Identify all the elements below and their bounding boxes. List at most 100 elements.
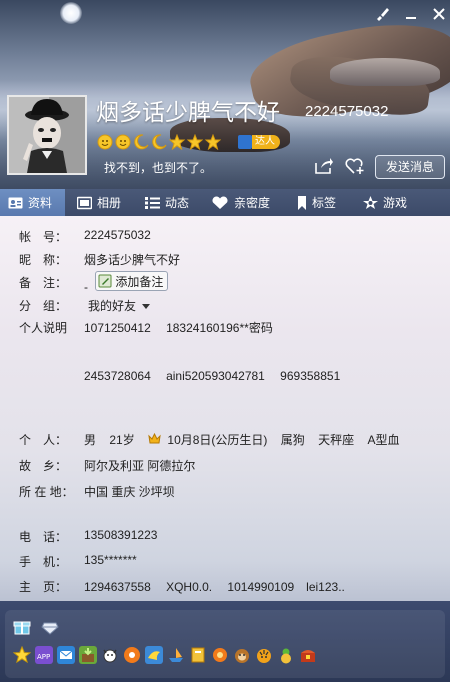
gift-icon[interactable]	[13, 618, 31, 636]
daren-icon	[238, 135, 252, 149]
phone-value: 13508391223	[84, 528, 158, 542]
homepage-label: 主 页：	[19, 580, 68, 594]
daren-badge[interactable]: 达人	[238, 134, 280, 150]
moon-decoration	[60, 2, 82, 24]
close-button[interactable]	[431, 6, 447, 22]
account-row: 帐 号： 2224575032	[0, 228, 450, 246]
account-label: 帐 号：	[19, 230, 68, 244]
nickname-label: 昵 称：	[19, 253, 68, 267]
hometown-value: 阿尔及利亚 阿德拉尔	[84, 459, 196, 473]
treasure-icon[interactable]	[299, 646, 317, 664]
caret-down-icon	[142, 299, 151, 313]
note-label: 备 注：	[19, 276, 68, 290]
phone-label: 电 话：	[19, 530, 68, 544]
list-icon	[145, 196, 160, 210]
star-icon[interactable]	[12, 645, 32, 664]
profile-nickname: 烟多话少脾气不好	[96, 99, 280, 125]
hometown-label: 故 乡：	[19, 459, 68, 473]
personal-label: 个 人：	[19, 433, 68, 447]
flower-icon[interactable]	[211, 646, 229, 664]
daren-label: 达人	[252, 135, 280, 149]
bookmark-icon	[297, 195, 307, 210]
account-value: 2224575032	[84, 228, 151, 242]
mobile-label: 手 机：	[19, 555, 68, 569]
star-level-icon	[186, 133, 204, 151]
location-label: 所 在 地：	[19, 485, 74, 499]
heart-plus-icon[interactable]	[345, 157, 365, 175]
qq-number: 2224575032	[305, 103, 389, 120]
crown-icon	[148, 432, 161, 445]
send-message-button[interactable]: 发送消息	[375, 155, 445, 179]
tab-album[interactable]: 相册	[65, 189, 133, 216]
moon-level-icon	[151, 134, 167, 150]
moon-level-icon	[133, 134, 149, 150]
bio-line-1: 1071250412 18324160196**密码	[84, 321, 273, 335]
monkey-icon[interactable]	[233, 646, 251, 664]
tab-feed[interactable]: 动态	[133, 189, 199, 216]
hometown-row: 故 乡： 阿尔及利亚 阿德拉尔	[0, 457, 450, 475]
sun-level-icon	[115, 134, 131, 150]
signature: 找不到，也到不了。	[104, 161, 213, 175]
bird-icon[interactable]	[145, 646, 163, 664]
skin-brush-icon[interactable]	[374, 6, 390, 22]
bio-row: 个人说明 1071250412 18324160196**密码	[0, 319, 450, 337]
svg-text:APP: APP	[37, 653, 50, 661]
group-label: 分 组：	[19, 299, 68, 313]
tab-tags[interactable]: 标签	[283, 189, 349, 216]
share-icon[interactable]	[314, 157, 334, 175]
gender: 男	[84, 433, 97, 447]
star-level-icon	[204, 133, 222, 151]
add-note-button[interactable]: 添加备注	[95, 271, 169, 291]
cow-icon[interactable]	[101, 646, 119, 664]
sun-level-icon	[97, 134, 113, 150]
avatar[interactable]	[7, 95, 87, 175]
profile-card-icon	[8, 196, 23, 210]
gourd-icon[interactable]	[277, 646, 295, 664]
pencil-icon	[98, 274, 112, 288]
location-value: 中国 重庆 沙坪坝	[84, 485, 175, 499]
tab-games[interactable]: 游戏	[349, 189, 419, 216]
tab-profile[interactable]: 资料	[0, 189, 65, 216]
group-value: 我的好友	[88, 299, 137, 313]
level-icons[interactable]	[97, 133, 222, 151]
profile-details: 帐 号： 2224575032 昵 称： 烟多话少脾气不好 备 注： - 添加备…	[0, 216, 450, 608]
nickname-value: 烟多话少脾气不好	[84, 253, 181, 267]
tiger-icon[interactable]	[255, 646, 273, 664]
app-store-icon[interactable]: APP	[35, 646, 53, 664]
bottom-apps-row: APP	[12, 645, 317, 664]
homepage-value[interactable]: 1294637558 XQH0.0. 1014990109 lei123..	[84, 578, 345, 595]
blood-type: A型血	[367, 433, 400, 447]
birthday: 10月8日(公历生日)	[167, 433, 268, 447]
bio-line-2: 2453728064 aini520593042781 969358851	[84, 369, 341, 383]
music-icon[interactable]	[123, 646, 141, 664]
photo-icon	[76, 196, 93, 210]
mobile-row: 手 机： 135*******	[0, 553, 450, 571]
game-icon	[363, 195, 378, 210]
bio-label: 个人说明	[19, 321, 68, 335]
star-level-icon	[168, 133, 186, 151]
constellation: 天秤座	[318, 433, 355, 447]
mail-icon[interactable]	[57, 646, 75, 664]
nickname-row: 昵 称： 烟多话少脾气不好	[0, 251, 450, 269]
bottom-app-bar	[0, 601, 450, 682]
group-dropdown[interactable]: 我的好友	[88, 297, 151, 314]
age: 21岁	[109, 433, 135, 447]
bottom-top-row	[13, 618, 59, 636]
tab-intimacy[interactable]: 亲密度	[199, 189, 283, 216]
profile-header: 烟多话少脾气不好 2224575032 达人 找不到，也到不了。 发送消息	[0, 0, 450, 190]
phone-row: 电 话： 13508391223	[0, 528, 450, 546]
diamond-icon[interactable]	[41, 618, 59, 636]
homepage-row: 主 页： 1294637558 XQH0.0. 1014990109 lei12…	[0, 578, 450, 596]
personal-row: 个 人： 男 21岁 10月8日(公历生日) 属狗 天秤座 A型血	[0, 431, 450, 449]
book-icon[interactable]	[189, 646, 207, 664]
farm-icon[interactable]	[79, 646, 97, 664]
group-row: 分 组： 我的好友	[0, 297, 450, 315]
tab-bar: 资料 相册 动态 亲密度 标签 游戏	[0, 189, 450, 216]
location-row: 所 在 地： 中国 重庆 沙坪坝	[0, 483, 450, 501]
mobile-value: 135*******	[84, 553, 137, 567]
note-value: -	[84, 280, 88, 294]
boat-icon[interactable]	[167, 646, 185, 664]
minimize-button[interactable]	[403, 6, 419, 22]
heart-icon	[211, 195, 229, 210]
zodiac: 属狗	[280, 433, 305, 447]
